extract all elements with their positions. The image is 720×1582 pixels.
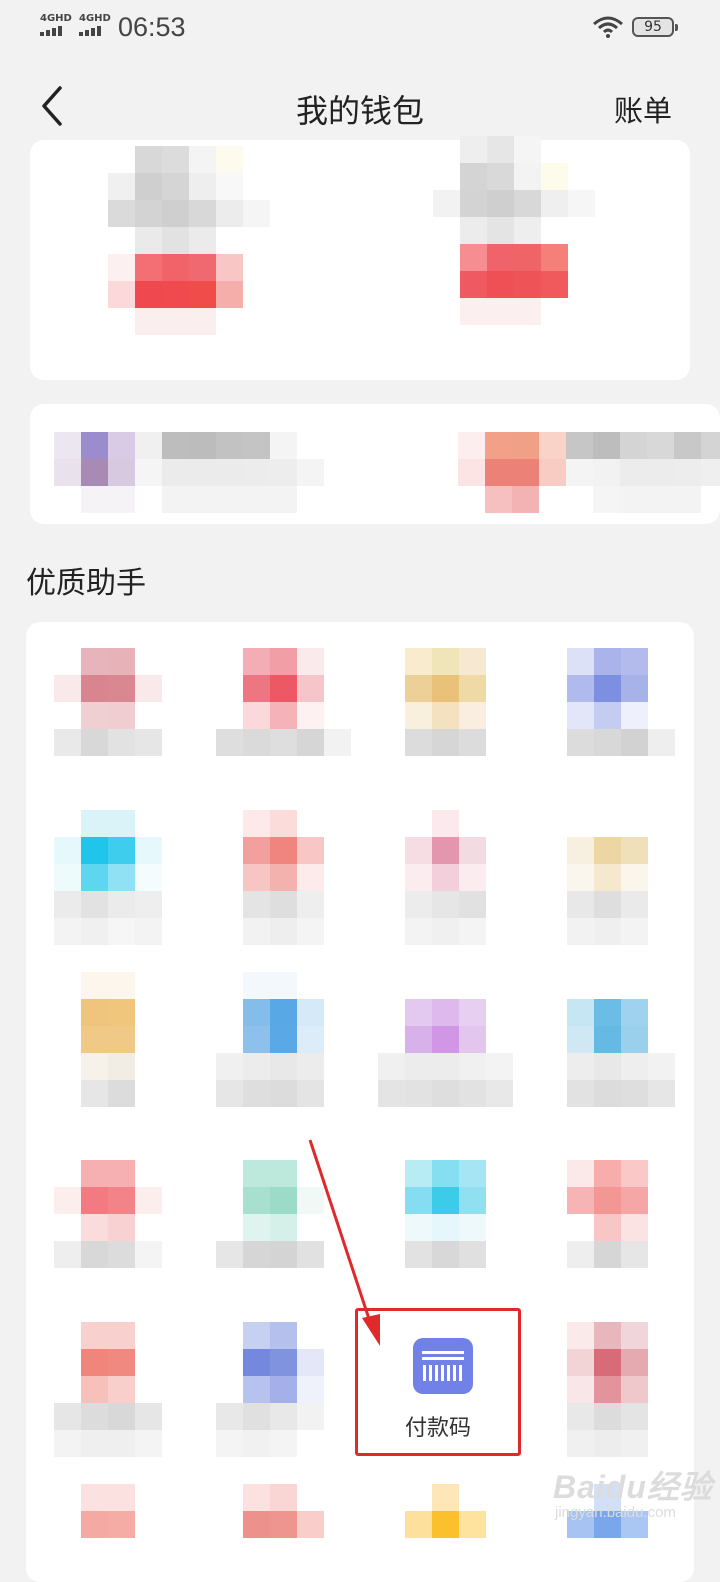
wallet-entry-left-blurred[interactable] (54, 432, 324, 513)
assistant-item-blurred[interactable] (567, 810, 648, 945)
assistant-item-blurred[interactable] (216, 1322, 324, 1457)
assistant-item-blurred[interactable] (405, 810, 486, 945)
watermark-brand: Baidu经验 (553, 1469, 713, 1505)
status-time: 06:53 (118, 12, 186, 42)
assistant-item-blurred[interactable] (216, 648, 351, 756)
balance-item-right-blurred[interactable] (433, 136, 595, 325)
assistant-item-blurred[interactable] (81, 1484, 135, 1538)
battery-icon: 95 (632, 17, 678, 37)
assistant-item-blurred[interactable] (567, 648, 675, 756)
wallet-entry-right-blurred[interactable] (458, 432, 720, 513)
assistant-item-blurred[interactable] (405, 1160, 486, 1268)
assistant-item-blurred[interactable] (54, 1160, 162, 1268)
page-title: 我的钱包 (295, 92, 424, 130)
assistant-item-blurred[interactable] (405, 1484, 486, 1538)
wallet-entries-card (30, 404, 720, 524)
assistant-item-blurred[interactable] (54, 810, 162, 945)
sim1-signal-icon: 4GHD (40, 14, 72, 36)
section-title-assistants: 优质助手 (26, 566, 146, 601)
assistant-item-blurred[interactable] (567, 1322, 648, 1457)
assistant-item-blurred[interactable] (216, 972, 324, 1107)
bills-button[interactable]: 账单 (614, 88, 672, 130)
status-bar: 4GHD 4GHD 06:53 95 (0, 0, 720, 60)
sim2-label: 4GHD (79, 13, 111, 24)
assistant-item-blurred[interactable] (378, 972, 513, 1107)
assistant-item-blurred[interactable] (54, 1322, 162, 1457)
wifi-icon (593, 16, 623, 38)
assistant-item-blurred[interactable] (81, 972, 135, 1107)
assistant-item-blurred[interactable] (216, 1160, 324, 1268)
assistant-item-blurred[interactable] (54, 648, 162, 756)
balance-card (30, 136, 690, 380)
assistant-item-blurred[interactable] (567, 972, 675, 1107)
nav-bar: 我的钱包 账单 (0, 70, 720, 140)
assistant-item-blurred[interactable] (567, 1160, 648, 1268)
baidu-watermark: Baidu经验 jingyan.baidu.com (553, 1462, 713, 1521)
balance-item-left-blurred[interactable] (108, 146, 270, 335)
assistant-item-blurred[interactable] (243, 810, 324, 945)
payment-code-label[interactable]: 付款码 (355, 1410, 521, 1442)
assistant-item-blurred[interactable] (405, 648, 486, 756)
barcode-icon[interactable] (413, 1338, 473, 1394)
sim1-label: 4GHD (40, 13, 72, 24)
assistant-item-blurred[interactable] (243, 1484, 324, 1538)
sim2-signal-icon: 4GHD (79, 14, 111, 36)
